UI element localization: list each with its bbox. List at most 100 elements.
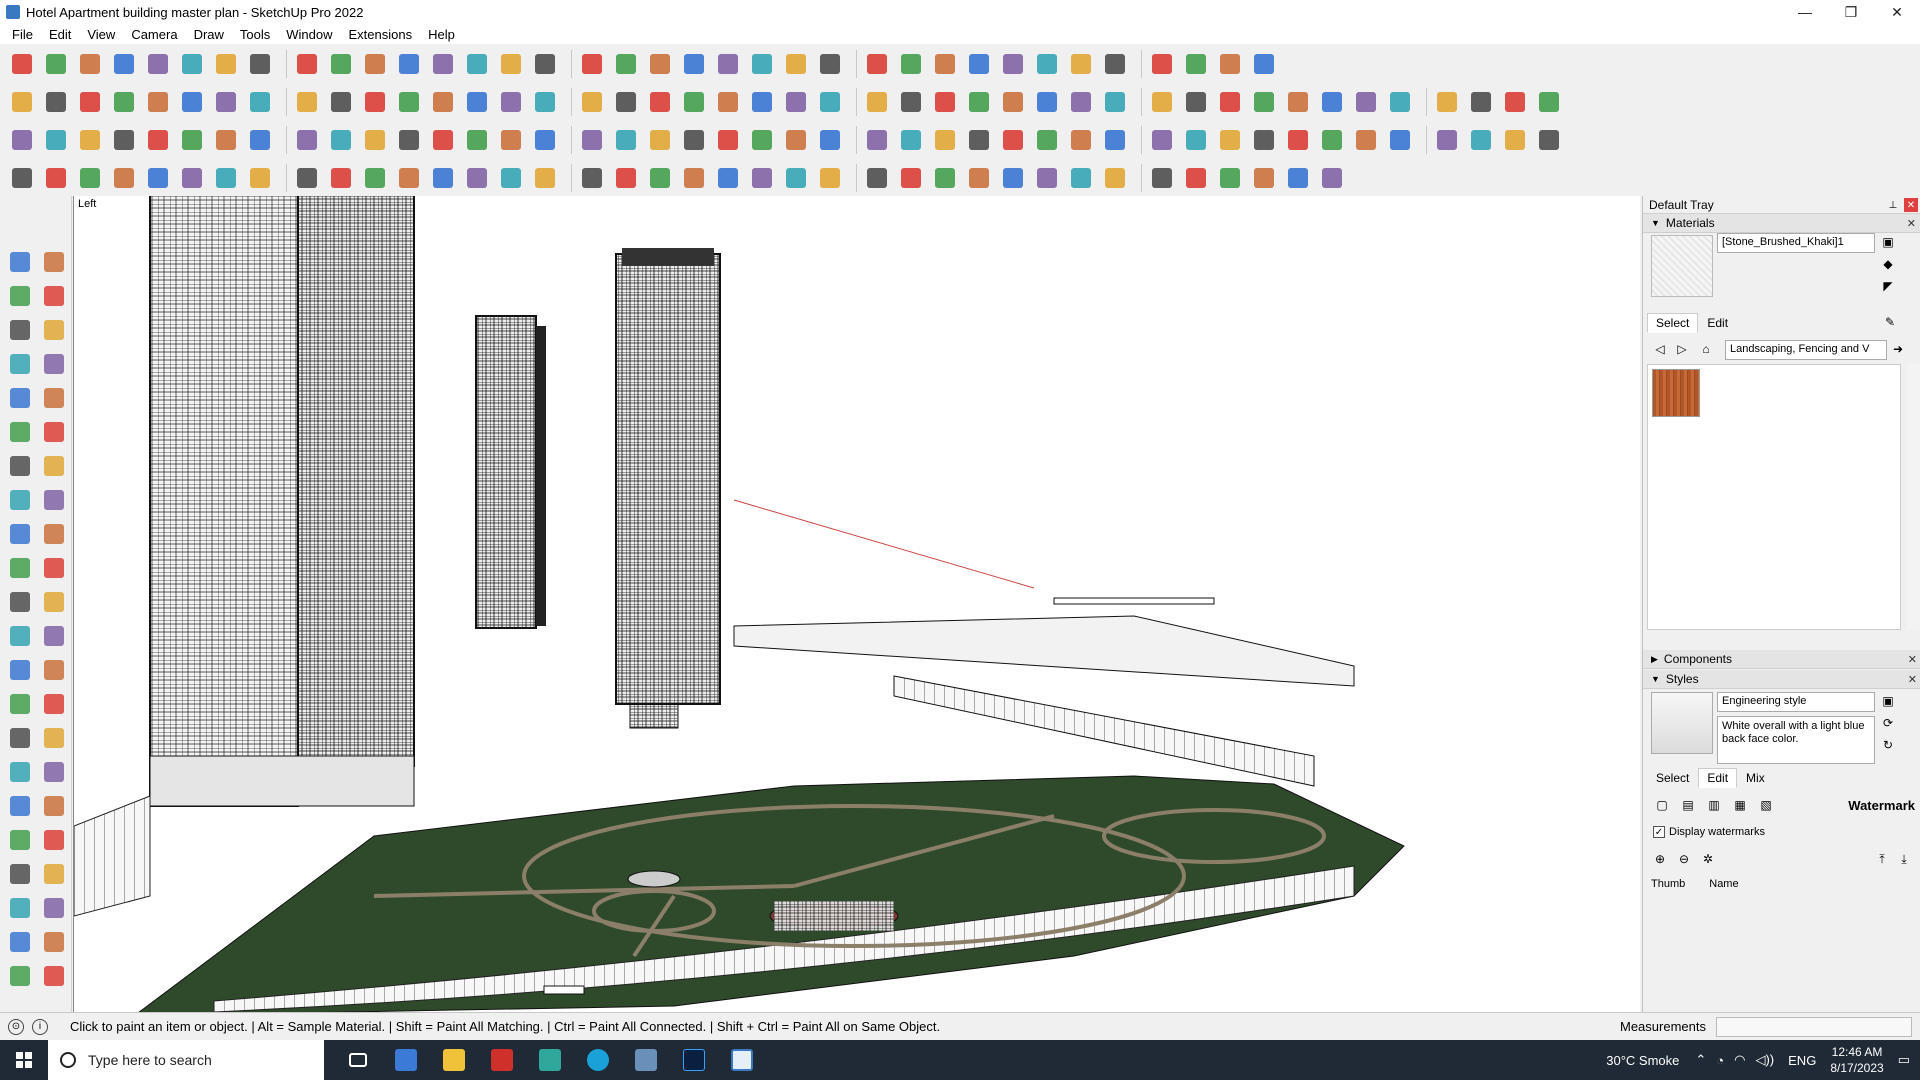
tool-button-icon[interactable] [931, 88, 959, 116]
tool-button-icon[interactable] [1467, 88, 1495, 116]
left-tool-icon[interactable] [6, 520, 34, 548]
tool-button-icon[interactable] [395, 126, 423, 154]
tool-button-icon[interactable] [931, 164, 959, 192]
tool-button-icon[interactable] [1284, 164, 1312, 192]
left-tool-icon[interactable] [6, 792, 34, 820]
menu-edit[interactable]: Edit [41, 27, 79, 42]
left-tool-icon[interactable] [40, 826, 68, 854]
acrobat-icon[interactable] [478, 1040, 526, 1080]
left-tool-icon[interactable] [40, 724, 68, 752]
language-indicator[interactable]: ENG [1788, 1053, 1816, 1068]
tab-edit[interactable]: Edit [1698, 768, 1738, 788]
panel-close-icon[interactable]: ✕ [1907, 217, 1916, 230]
tool-button-icon[interactable] [1182, 88, 1210, 116]
tool-button-icon[interactable] [1216, 50, 1244, 78]
tool-button-icon[interactable] [1067, 88, 1095, 116]
left-tool-icon[interactable] [40, 350, 68, 378]
tool-button-icon[interactable] [965, 50, 993, 78]
tool-button-icon[interactable] [748, 126, 776, 154]
tool-button-icon[interactable] [531, 88, 559, 116]
left-tool-icon[interactable] [40, 520, 68, 548]
tool-button-icon[interactable] [1216, 164, 1244, 192]
snipping-tool-icon[interactable] [622, 1040, 670, 1080]
menu-view[interactable]: View [79, 27, 123, 42]
left-tool-icon[interactable] [6, 248, 34, 276]
home-icon[interactable]: ⌂ [1697, 340, 1715, 358]
tool-button-icon[interactable] [1352, 126, 1380, 154]
menu-draw[interactable]: Draw [186, 27, 232, 42]
modeling-settings-icon[interactable]: ▧ [1757, 796, 1775, 814]
tool-button-icon[interactable] [578, 164, 606, 192]
tray-close-icon[interactable]: ✕ [1904, 198, 1918, 212]
tool-button-icon[interactable] [714, 126, 742, 154]
tool-button-icon[interactable] [816, 126, 844, 154]
tool-button-icon[interactable] [782, 88, 810, 116]
edge-icon[interactable] [574, 1040, 622, 1080]
tool-button-icon[interactable] [1250, 88, 1278, 116]
tool-button-icon[interactable] [999, 50, 1027, 78]
tool-button-icon[interactable] [212, 88, 240, 116]
left-tool-icon[interactable] [40, 656, 68, 684]
calculator-icon[interactable] [382, 1040, 430, 1080]
pin-icon[interactable]: ⊥ [1886, 198, 1900, 212]
notifications-icon[interactable]: ▭ [1898, 1052, 1910, 1068]
fence-material-swatch[interactable] [1652, 369, 1700, 417]
tool-button-icon[interactable] [897, 164, 925, 192]
wifi-icon[interactable]: ◠ [1734, 1052, 1745, 1068]
tool-button-icon[interactable] [1101, 50, 1129, 78]
tool-button-icon[interactable] [1535, 126, 1563, 154]
tool-button-icon[interactable] [212, 164, 240, 192]
network-icon[interactable]: ◔ [1716, 1053, 1724, 1068]
tool-button-icon[interactable] [680, 164, 708, 192]
tool-button-icon[interactable] [612, 164, 640, 192]
left-tool-icon[interactable] [40, 758, 68, 786]
taskbar-search[interactable]: Type here to search [48, 1040, 324, 1080]
tool-button-icon[interactable] [1148, 126, 1176, 154]
tool-button-icon[interactable] [497, 164, 525, 192]
tool-button-icon[interactable] [1101, 88, 1129, 116]
tool-button-icon[interactable] [863, 88, 891, 116]
tool-button-icon[interactable] [965, 88, 993, 116]
tool-button-icon[interactable] [782, 126, 810, 154]
start-button[interactable] [0, 1040, 48, 1080]
tool-button-icon[interactable] [612, 88, 640, 116]
weather-widget[interactable]: 30°C Smoke [1606, 1053, 1679, 1068]
tool-button-icon[interactable] [361, 88, 389, 116]
left-tool-icon[interactable] [6, 622, 34, 650]
left-tool-icon[interactable] [6, 486, 34, 514]
menu-tools[interactable]: Tools [232, 27, 278, 42]
tool-button-icon[interactable] [999, 126, 1027, 154]
tool-button-icon[interactable] [8, 88, 36, 116]
tool-button-icon[interactable] [931, 50, 959, 78]
tool-button-icon[interactable] [897, 126, 925, 154]
display-watermarks-row[interactable]: ✓ Display watermarks [1653, 826, 1765, 838]
tool-button-icon[interactable] [1318, 88, 1346, 116]
tool-button-icon[interactable] [578, 50, 606, 78]
tool-button-icon[interactable] [76, 126, 104, 154]
tool-button-icon[interactable] [646, 164, 674, 192]
tool-button-icon[interactable] [965, 126, 993, 154]
styles-close-icon[interactable]: ✕ [1908, 673, 1917, 686]
tool-button-icon[interactable] [361, 50, 389, 78]
tool-button-icon[interactable] [1067, 126, 1095, 154]
tool-button-icon[interactable] [1433, 88, 1461, 116]
file-explorer-icon[interactable] [430, 1040, 478, 1080]
tool-button-icon[interactable] [714, 164, 742, 192]
tool-button-icon[interactable] [1352, 88, 1380, 116]
tool-button-icon[interactable] [1101, 164, 1129, 192]
tool-button-icon[interactable] [748, 88, 776, 116]
back-arrow-icon[interactable]: ◁ [1651, 340, 1669, 358]
tool-button-icon[interactable] [863, 50, 891, 78]
tool-button-icon[interactable] [8, 50, 36, 78]
tool-button-icon[interactable] [463, 50, 491, 78]
paint-bucket-icon[interactable]: ◆ [1879, 255, 1897, 273]
tool-button-icon[interactable] [144, 164, 172, 192]
left-tool-icon[interactable] [6, 554, 34, 582]
tool-button-icon[interactable] [246, 50, 274, 78]
tool-button-icon[interactable] [816, 50, 844, 78]
tool-button-icon[interactable] [212, 126, 240, 154]
green-app-icon[interactable] [526, 1040, 574, 1080]
remove-watermark-icon[interactable]: ⊖ [1675, 850, 1693, 868]
tool-button-icon[interactable] [178, 126, 206, 154]
tool-button-icon[interactable] [578, 88, 606, 116]
